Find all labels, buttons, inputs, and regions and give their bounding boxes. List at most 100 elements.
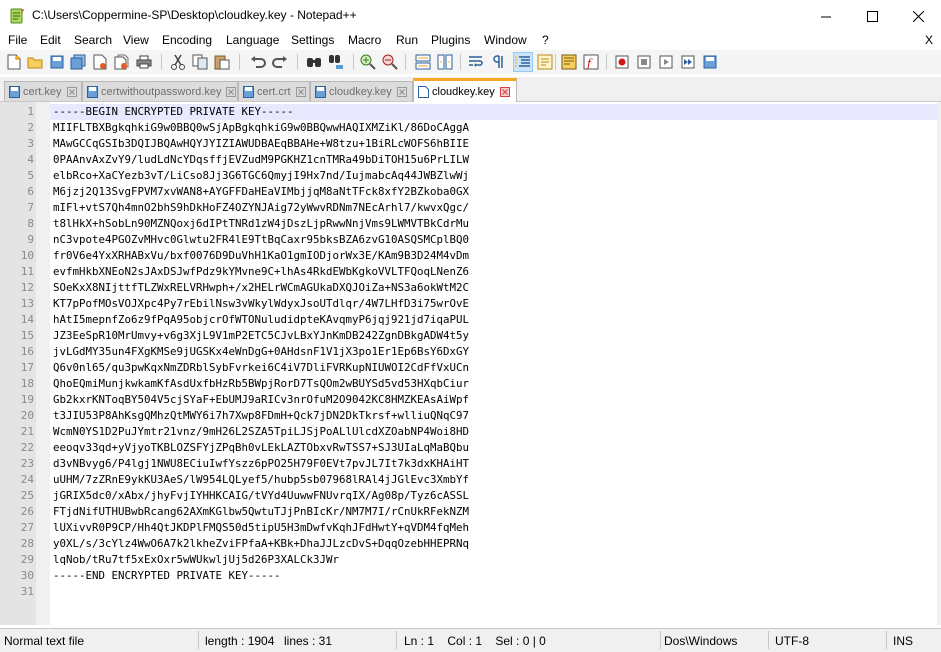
paste-button[interactable] bbox=[212, 52, 232, 72]
code-line[interactable]: d3vNBvyg6/P4lgj1NWU8ECiuIwfYszz6pPO25H79… bbox=[53, 456, 469, 472]
menu-help[interactable]: ? bbox=[542, 33, 549, 47]
word-wrap-button[interactable] bbox=[466, 52, 486, 72]
code-line[interactable]: lqNob/tRu7tf5xExOxr5wWUkwljUj5d26P3XALCk… bbox=[53, 552, 339, 568]
line-number: 6 bbox=[27, 185, 34, 198]
menu-file[interactable]: File bbox=[8, 33, 27, 47]
status-position[interactable]: Ln : 1 Col : 1 Sel : 0 | 0 bbox=[404, 634, 546, 648]
code-line[interactable]: -----END ENCRYPTED PRIVATE KEY----- bbox=[53, 568, 281, 584]
code-line[interactable]: Q6v0nl65/qu3pwKqxNmZDRblSybFvrkei6C4iV7D… bbox=[53, 360, 469, 376]
code-line[interactable]: hAtI5mepnfZo6z9fPqA95objcrOfWTONuludidpt… bbox=[53, 312, 469, 328]
copy-button[interactable] bbox=[190, 52, 210, 72]
tab-cert-key[interactable]: cert.key bbox=[4, 81, 82, 101]
code-line[interactable]: fr0V6e4YxXRHABxVu/bxf0076D9DuVhH1KaO1gmI… bbox=[53, 248, 469, 264]
menu-macro[interactable]: Macro bbox=[348, 33, 381, 47]
indent-guide-icon bbox=[515, 56, 530, 68]
sync-vertical-button[interactable] bbox=[413, 52, 433, 72]
code-line[interactable]: SOeKxX8NIjttfTLZWxRELVRHwph+/x2HELrWCmAG… bbox=[53, 280, 469, 296]
vertical-scrollbar[interactable] bbox=[937, 102, 941, 625]
tab-cert-crt[interactable]: cert.crt bbox=[238, 81, 310, 101]
menu-bar: File Edit Search View Encoding Language … bbox=[0, 32, 941, 50]
code-line[interactable]: 0PAAnvAxZvY9/ludLdNcYDqsffjEVZudM9PGKHZ1… bbox=[53, 152, 469, 168]
save-all-button[interactable] bbox=[68, 52, 88, 72]
menu-window[interactable]: Window bbox=[484, 33, 527, 47]
status-eol[interactable]: Dos\Windows bbox=[664, 634, 737, 648]
code-line[interactable]: nC3vpote4PGOZvMHvc0Glwtu2FR4lE9TtBqCaxr9… bbox=[53, 232, 469, 248]
tab-close-icon[interactable] bbox=[499, 86, 510, 97]
undo-button[interactable] bbox=[248, 52, 268, 72]
zoom-out-icon bbox=[382, 54, 398, 70]
editor[interactable]: -----BEGIN ENCRYPTED PRIVATE KEY----- MII… bbox=[0, 102, 937, 625]
close-document-button[interactable]: X bbox=[925, 33, 933, 47]
code-line[interactable]: JZ3EeSpR10MrUmvy+v6g3XjL9V1mP2ETC5CJvLBx… bbox=[53, 328, 469, 344]
find-button[interactable] bbox=[304, 52, 324, 72]
maximize-button[interactable] bbox=[849, 0, 895, 32]
toolbar-separator bbox=[353, 54, 354, 70]
code-line[interactable]: KT7pPofMOsVOJXpc4Py7rEbilNsw3vWkylWdyxJs… bbox=[53, 296, 469, 312]
fold-margin[interactable] bbox=[36, 102, 50, 625]
code-line[interactable]: M6jzj2Q13SvgFPVM7xvWAN8+AYGFFDaHEaVIMbjj… bbox=[53, 184, 469, 200]
zoom-out-button[interactable] bbox=[380, 52, 400, 72]
code-line[interactable]: jGRIX5dc0/xAbx/jhyFvjIYHHKCAIG/tVYd4Uuww… bbox=[53, 488, 469, 504]
code-line[interactable]: Gb2kxrKNToqBY504V5cjSYaF+EbUMJ9aRICv3nrO… bbox=[53, 392, 469, 408]
indent-guide-button[interactable] bbox=[513, 52, 533, 72]
new-file-button[interactable] bbox=[4, 52, 24, 72]
record-macro-button[interactable] bbox=[612, 52, 632, 72]
code-line[interactable]: elbRco+XaCYezb3vT/LiCso8Jj3G6TGC6QmyjI9H… bbox=[53, 168, 469, 184]
close-file-button[interactable] bbox=[90, 52, 110, 72]
menu-run[interactable]: Run bbox=[396, 33, 418, 47]
tab-close-icon[interactable] bbox=[66, 86, 77, 97]
menu-encoding[interactable]: Encoding bbox=[162, 33, 212, 47]
code-line[interactable]: MIIFLTBXBgkqhkiG9w0BBQ0wSjApBgkqhkiG9w0B… bbox=[53, 120, 469, 136]
open-file-button[interactable] bbox=[25, 52, 45, 72]
show-all-chars-button[interactable] bbox=[488, 52, 508, 72]
define-language-button[interactable] bbox=[535, 52, 555, 72]
run-macro-multiple-button[interactable] bbox=[678, 52, 698, 72]
code-line[interactable]: y0XL/s/3cYlz4WwO6A7k2lkheZviFPfaA+KBk+Dh… bbox=[53, 536, 469, 552]
save-macro-button[interactable] bbox=[700, 52, 720, 72]
zoom-in-button[interactable] bbox=[358, 52, 378, 72]
code-line[interactable]: t3JIU53P8AhKsgQMhzQtMWY6i7h7Xwp8FDmH+Qck… bbox=[53, 408, 469, 424]
code-line[interactable]: QhoEQmiMunjkwkamKfAsdUxfbHzRb5BWpjRorD7T… bbox=[53, 376, 469, 392]
line-number: 18 bbox=[20, 377, 34, 390]
code-line[interactable]: evfmHkbXNEoN2sJAxDSJwfPdz9kYMvne9C+lhAs4… bbox=[53, 264, 469, 280]
menu-plugins[interactable]: Plugins bbox=[431, 33, 470, 47]
code-line[interactable]: uUHM/7zZRnE9ykKU3AeS/lW954LQLyef5/hubp5s… bbox=[53, 472, 469, 488]
menu-edit[interactable]: Edit bbox=[40, 33, 61, 47]
status-insert-mode[interactable]: INS bbox=[893, 634, 913, 648]
tab-cloudkey-key[interactable]: cloudkey.key bbox=[310, 81, 413, 101]
redo-button[interactable] bbox=[270, 52, 290, 72]
tab-certwithoutpassword-key[interactable]: certwithoutpassword.key bbox=[82, 81, 238, 101]
code-line[interactable]: WcmN0YS1D2PuJYmtr21vnz/9mH26L2SZA5TpiLJS… bbox=[53, 424, 469, 440]
tab-cloudkey-key-active[interactable]: cloudkey.key bbox=[413, 78, 517, 102]
save-button[interactable] bbox=[47, 52, 67, 72]
function-list-button[interactable]: f bbox=[581, 52, 601, 72]
cut-button[interactable] bbox=[168, 52, 188, 72]
code-line[interactable]: lUXivvR0P9CP/Hh4QtJKDPlFMQS50d5tipU5H3mD… bbox=[53, 520, 469, 536]
code-line[interactable]: t8lHkX+hSobLn90MZNQoxj6dIPtTNRd1zW4jDszL… bbox=[53, 216, 469, 232]
menu-search[interactable]: Search bbox=[74, 33, 112, 47]
code-line[interactable]: eeoqv33qd+yVjyoTKBLOZSFYjZPqBh0vLEkLAZTO… bbox=[53, 440, 469, 456]
replace-button[interactable] bbox=[326, 52, 346, 72]
menu-view[interactable]: View bbox=[123, 33, 149, 47]
tab-close-icon[interactable] bbox=[226, 86, 237, 97]
tab-close-icon[interactable] bbox=[396, 86, 407, 97]
code-line[interactable]: -----BEGIN ENCRYPTED PRIVATE KEY----- bbox=[53, 104, 294, 120]
status-encoding[interactable]: UTF-8 bbox=[775, 634, 809, 648]
code-line[interactable]: MAwGCCqGSIb3DQIJBQAwHQYJYIZIAWUDBAEqBBAH… bbox=[53, 136, 469, 152]
code-line[interactable]: mIFl+vtS7Qh4mnO2bhS9hDkHoFZ4OZYNJAig72yW… bbox=[53, 200, 469, 216]
menu-language[interactable]: Language bbox=[226, 33, 279, 47]
playback-macro-button[interactable] bbox=[656, 52, 676, 72]
tab-close-icon[interactable] bbox=[295, 86, 306, 97]
menu-settings[interactable]: Settings bbox=[291, 33, 334, 47]
print-button[interactable] bbox=[134, 52, 154, 72]
file-icon bbox=[418, 85, 429, 98]
sync-horizontal-button[interactable] bbox=[435, 52, 455, 72]
close-window-button[interactable] bbox=[895, 0, 941, 32]
code-line[interactable]: jvLGdMY35un4FXgKMSe9jUGSKx4eWnDgG+0AHdsn… bbox=[53, 344, 469, 360]
close-all-icon bbox=[114, 54, 129, 70]
stop-record-button[interactable] bbox=[634, 52, 654, 72]
code-line[interactable]: FTjdNifUTHUBwbRcang62AXmKGlbw5QwtuTJjPnB… bbox=[53, 504, 469, 520]
doc-map-button[interactable] bbox=[559, 52, 579, 72]
close-all-button[interactable] bbox=[112, 52, 132, 72]
minimize-button[interactable] bbox=[803, 0, 849, 32]
